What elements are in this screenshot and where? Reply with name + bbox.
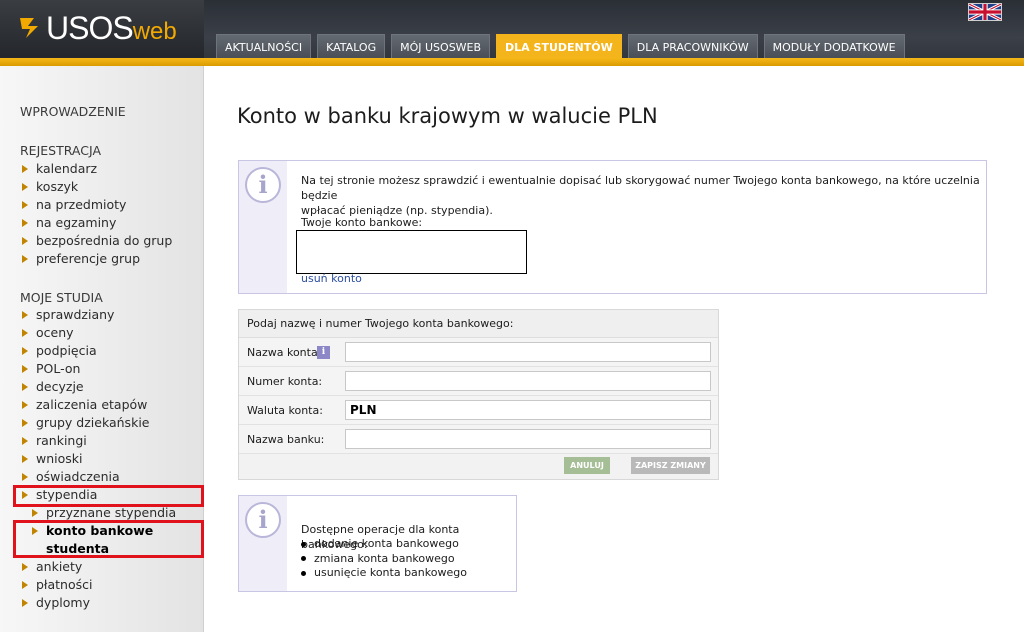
currency-field[interactable]: PLN xyxy=(345,400,711,420)
info-text: Na tej stronie możesz sprawdzić i ewentu… xyxy=(301,174,980,217)
bullet-arrow-icon xyxy=(22,329,28,337)
sidebar-intro-link[interactable]: WPROWADZENIE xyxy=(20,104,126,119)
sidebar-item-platnosci[interactable]: płatności xyxy=(22,576,176,594)
list-item: usunięcie konta bankowego xyxy=(293,566,467,581)
bullet-arrow-icon xyxy=(32,509,38,517)
bullet-arrow-icon xyxy=(22,311,28,319)
account-label: Twoje konto bankowe: xyxy=(301,216,423,229)
sidebar-item-koszyk[interactable]: koszyk xyxy=(22,178,172,196)
bullet-arrow-icon xyxy=(22,237,28,245)
bullet-arrow-icon xyxy=(22,165,28,173)
sidebar-section-studies[interactable]: MOJE STUDIA xyxy=(20,290,103,305)
currency-label: Waluta konta: xyxy=(247,404,323,417)
cancel-button[interactable]: ANULUJ xyxy=(564,457,610,474)
page-title: Konto w banku krajowym w walucie PLN xyxy=(237,104,658,128)
usos-logo-icon xyxy=(20,18,38,38)
list-item: dodanie konta bankowego xyxy=(293,537,467,552)
save-button[interactable]: ZAPISZ ZMIANY xyxy=(631,457,710,474)
form-heading: Podaj nazwę i numer Twojego konta bankow… xyxy=(239,310,718,338)
bullet-arrow-icon xyxy=(22,347,28,355)
form-row-account-name: Nazwa konta: i xyxy=(239,338,718,367)
account-name-input[interactable] xyxy=(345,342,711,362)
tab-moduly-dodatkowe[interactable]: MODUŁY DODATKOWE xyxy=(763,34,905,58)
bank-account-form: Podaj nazwę i numer Twojego konta bankow… xyxy=(238,309,719,480)
bullet-arrow-icon xyxy=(22,419,28,427)
info-icon: i xyxy=(245,502,281,538)
remove-account-link[interactable]: usuń konto xyxy=(301,272,362,285)
sidebar: WPROWADZENIE REJESTRACJA kalendarz koszy… xyxy=(0,66,204,632)
sidebar-studies-list: sprawdziany oceny podpięcia POL-on decyz… xyxy=(22,306,176,612)
bank-name-input[interactable] xyxy=(345,429,711,449)
sidebar-item-kalendarz[interactable]: kalendarz xyxy=(22,160,172,178)
tab-aktualnosci[interactable]: AKTUALNOŚCI xyxy=(216,34,312,58)
bank-name-label: Nazwa banku: xyxy=(247,433,325,446)
form-row-bank-name: Nazwa banku: xyxy=(239,425,718,454)
uk-flag-icon[interactable] xyxy=(968,3,1002,21)
account-info-box: i Na tej stronie możesz sprawdzić i ewen… xyxy=(238,160,987,294)
sidebar-item-ankiety[interactable]: ankiety xyxy=(22,558,176,576)
bullet-arrow-icon xyxy=(22,599,28,607)
sidebar-item-oceny[interactable]: oceny xyxy=(22,324,176,342)
sidebar-item-grupy-dziekanskie[interactable]: grupy dziekańskie xyxy=(22,414,176,432)
bullet-arrow-icon xyxy=(22,365,28,373)
bullet-arrow-icon xyxy=(22,563,28,571)
main-content: Konto w banku krajowym w walucie PLN i N… xyxy=(205,66,1024,632)
account-number-label: Numer konta: xyxy=(247,375,323,388)
sidebar-item-na-egzaminy[interactable]: na egzaminy xyxy=(22,214,172,232)
account-number-input[interactable] xyxy=(345,371,711,391)
sidebar-section-registration[interactable]: REJESTRACJA xyxy=(20,143,101,158)
form-row-account-number: Numer konta: xyxy=(239,367,718,396)
header-accent-bar xyxy=(0,58,1024,66)
sidebar-item-dyplomy[interactable]: dyplomy xyxy=(22,594,176,612)
sidebar-item-oswiadczenia[interactable]: oświadczenia xyxy=(22,468,176,486)
highlight-stypendia xyxy=(13,485,204,507)
sidebar-item-pol-on[interactable]: POL-on xyxy=(22,360,176,378)
bullet-arrow-icon xyxy=(22,201,28,209)
bullet-arrow-icon xyxy=(22,383,28,391)
sidebar-item-decyzje[interactable]: decyzje xyxy=(22,378,176,396)
tab-dla-studentow[interactable]: DLA STUDENTÓW xyxy=(496,34,622,60)
bullet-arrow-icon xyxy=(22,437,28,445)
sidebar-item-podpiecia[interactable]: podpięcia xyxy=(22,342,176,360)
main-nav-tabs: AKTUALNOŚCI KATALOG MÓJ USOSWEB DLA STUD… xyxy=(216,34,905,60)
sidebar-registration-list: kalendarz koszyk na przedmioty na egzami… xyxy=(22,160,172,268)
operations-box: i Dostępne operacje dla konta bankowego:… xyxy=(238,495,517,592)
logo[interactable]: USOSweb xyxy=(0,0,204,62)
list-item: zmiana konta bankowego xyxy=(293,552,467,567)
logo-text: USOSweb xyxy=(46,10,177,46)
account-name-label: Nazwa konta: xyxy=(247,346,322,359)
bullet-arrow-icon xyxy=(22,455,28,463)
info-icon: i xyxy=(245,167,281,203)
sidebar-item-sprawdziany[interactable]: sprawdziany xyxy=(22,306,176,324)
operations-list: dodanie konta bankowego zmiana konta ban… xyxy=(293,537,467,581)
form-row-currency: Waluta konta: PLN xyxy=(239,396,718,425)
bullet-arrow-icon xyxy=(22,401,28,409)
sidebar-item-na-przedmioty[interactable]: na przedmioty xyxy=(22,196,172,214)
account-number-display xyxy=(296,230,527,274)
sidebar-item-zaliczenia-etapow[interactable]: zaliczenia etapów xyxy=(22,396,176,414)
bullet-arrow-icon xyxy=(22,183,28,191)
sidebar-item-rankingi[interactable]: rankingi xyxy=(22,432,176,450)
bullet-arrow-icon xyxy=(22,255,28,263)
tab-katalog[interactable]: KATALOG xyxy=(317,34,386,58)
top-header: USOSweb AKTUALNOŚCI KATALOG MÓJ USOSWEB … xyxy=(0,0,1024,66)
bullet-arrow-icon xyxy=(22,473,28,481)
account-name-info-icon[interactable]: i xyxy=(317,346,330,359)
bullet-arrow-icon xyxy=(22,581,28,589)
tab-moj-usosweb[interactable]: MÓJ USOSWEB xyxy=(391,34,491,58)
sidebar-item-wnioski[interactable]: wnioski xyxy=(22,450,176,468)
sidebar-item-bezposrednia-do-grup[interactable]: bezpośrednia do grup xyxy=(22,232,172,250)
bullet-arrow-icon xyxy=(22,219,28,227)
tab-dla-pracownikow[interactable]: DLA PRACOWNIKÓW xyxy=(627,34,758,58)
highlight-konto-bankowe xyxy=(13,520,204,558)
sidebar-item-preferencje-grup[interactable]: preferencje grup xyxy=(22,250,172,268)
